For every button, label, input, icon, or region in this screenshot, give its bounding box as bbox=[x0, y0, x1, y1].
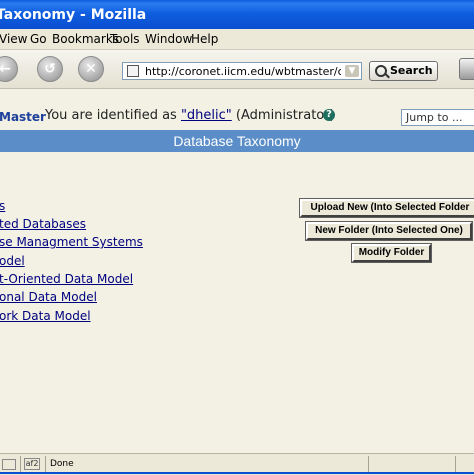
status-text: Done bbox=[50, 459, 74, 469]
status-divider bbox=[455, 456, 456, 472]
reload-icon: ↺ bbox=[44, 61, 56, 77]
jump-to-select[interactable]: Jump to ... bbox=[401, 109, 474, 126]
reload-button[interactable]: ↺ bbox=[37, 56, 63, 82]
status-icon: af2 bbox=[24, 458, 40, 470]
stop-icon: ✕ bbox=[85, 61, 97, 77]
stop-button[interactable]: ✕ bbox=[78, 56, 104, 82]
chevron-down-icon[interactable]: ▼ bbox=[345, 65, 359, 77]
search-icon bbox=[375, 65, 387, 77]
menu-window[interactable]: Window bbox=[145, 29, 192, 49]
status-divider bbox=[368, 456, 369, 472]
tree-item[interactable]: s bbox=[0, 199, 5, 213]
menu-bar: View Go Bookmarks Tools Window Help bbox=[0, 29, 474, 50]
status-divider bbox=[20, 456, 21, 472]
tree-item[interactable]: ork Data Model bbox=[0, 309, 91, 323]
menu-bookmarks[interactable]: Bookmarks bbox=[52, 29, 119, 49]
site-name: Master bbox=[0, 110, 46, 124]
url-input[interactable]: http://coronet.iicm.edu/wbtmaster/course… bbox=[145, 64, 341, 79]
tree-item[interactable]: ted Databases bbox=[0, 217, 86, 231]
menu-help[interactable]: Help bbox=[191, 29, 218, 49]
identity-prefix: You are identified as bbox=[45, 108, 181, 123]
upload-new-button[interactable]: Upload New (Into Selected Folder bbox=[299, 198, 474, 218]
tree-item[interactable]: odel bbox=[0, 254, 25, 268]
address-bar[interactable]: http://coronet.iicm.edu/wbtmaster/course… bbox=[122, 62, 362, 80]
title-bar: Taxonomy - Mozilla bbox=[0, 0, 474, 29]
tree-item[interactable]: onal Data Model bbox=[0, 290, 97, 304]
menu-go[interactable]: Go bbox=[30, 29, 47, 49]
page-title: Database Taxonomy bbox=[0, 130, 474, 152]
search-button[interactable]: Search bbox=[369, 61, 438, 81]
status-divider bbox=[45, 456, 46, 472]
new-folder-button[interactable]: New Folder (Into Selected One) bbox=[305, 221, 473, 241]
tree-item[interactable]: se Managment Systems bbox=[0, 235, 143, 249]
identity-role: (Administrator) bbox=[231, 108, 335, 123]
identity-text: You are identified as "dhelic" (Administ… bbox=[45, 108, 335, 123]
print-icon[interactable] bbox=[459, 58, 474, 80]
tree-item[interactable]: t-Oriented Data Model bbox=[0, 272, 133, 286]
help-icon[interactable]: ? bbox=[323, 109, 335, 121]
search-button-label: Search bbox=[390, 64, 433, 77]
back-arrow-icon: ← bbox=[0, 61, 11, 77]
modify-folder-button[interactable]: Modify Folder bbox=[351, 243, 432, 263]
menu-view[interactable]: View bbox=[0, 29, 27, 49]
window-title: Taxonomy - Mozilla bbox=[0, 7, 147, 23]
user-link[interactable]: "dhelic" bbox=[181, 108, 232, 123]
back-button[interactable]: ← bbox=[0, 56, 18, 82]
menu-tools[interactable]: Tools bbox=[110, 29, 140, 49]
offline-icon bbox=[2, 459, 16, 470]
page-icon bbox=[127, 65, 139, 77]
